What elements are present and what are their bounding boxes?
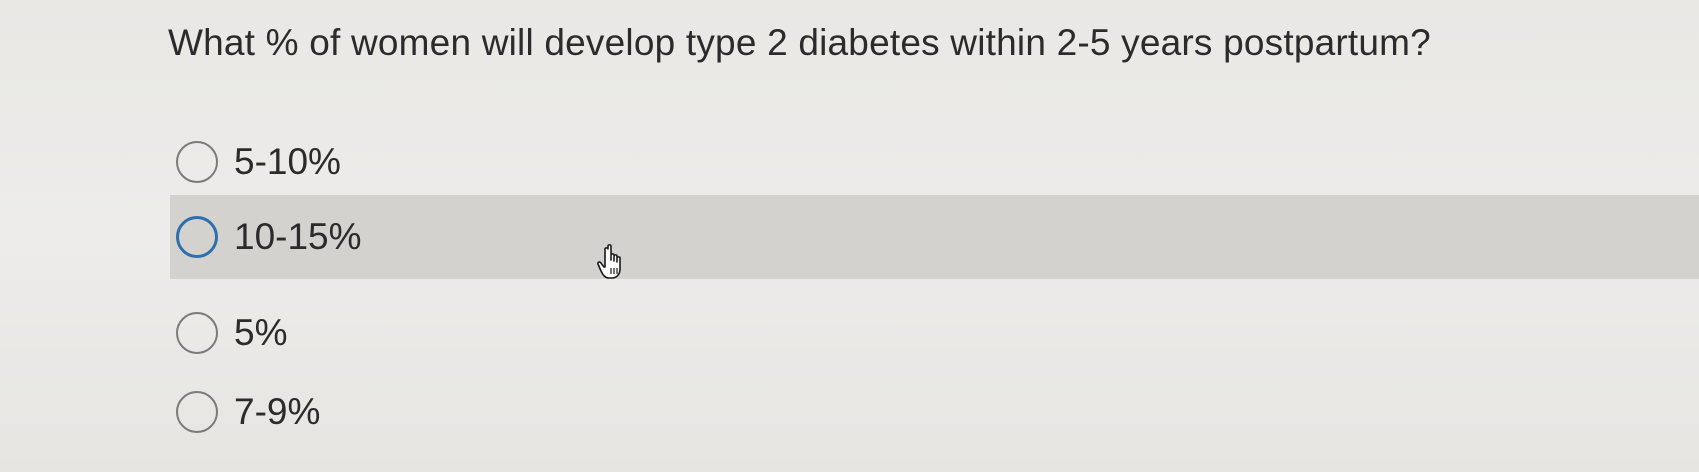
answer-option-label: 7-9% bbox=[234, 391, 321, 432]
answer-option-4[interactable]: 7-9% bbox=[170, 370, 1699, 454]
radio-button-icon[interactable] bbox=[176, 391, 218, 433]
radio-button-icon[interactable] bbox=[176, 312, 218, 354]
answer-options: 5-10% 10-15% 5% 7-9% bbox=[0, 0, 1699, 472]
answer-option-3[interactable]: 5% bbox=[170, 291, 1699, 375]
hand-pointer-icon bbox=[597, 244, 621, 279]
quiz-question-panel: What % of women will develop type 2 diab… bbox=[0, 0, 1699, 472]
answer-option-label: 10-15% bbox=[234, 216, 362, 257]
radio-button-icon[interactable] bbox=[176, 141, 218, 183]
answer-option-label: 5-10% bbox=[234, 141, 341, 182]
answer-option-2[interactable]: 10-15% bbox=[170, 195, 1699, 279]
answer-option-label: 5% bbox=[234, 312, 288, 353]
radio-button-icon[interactable] bbox=[176, 216, 218, 258]
answer-option-1[interactable]: 5-10% bbox=[170, 120, 1699, 204]
